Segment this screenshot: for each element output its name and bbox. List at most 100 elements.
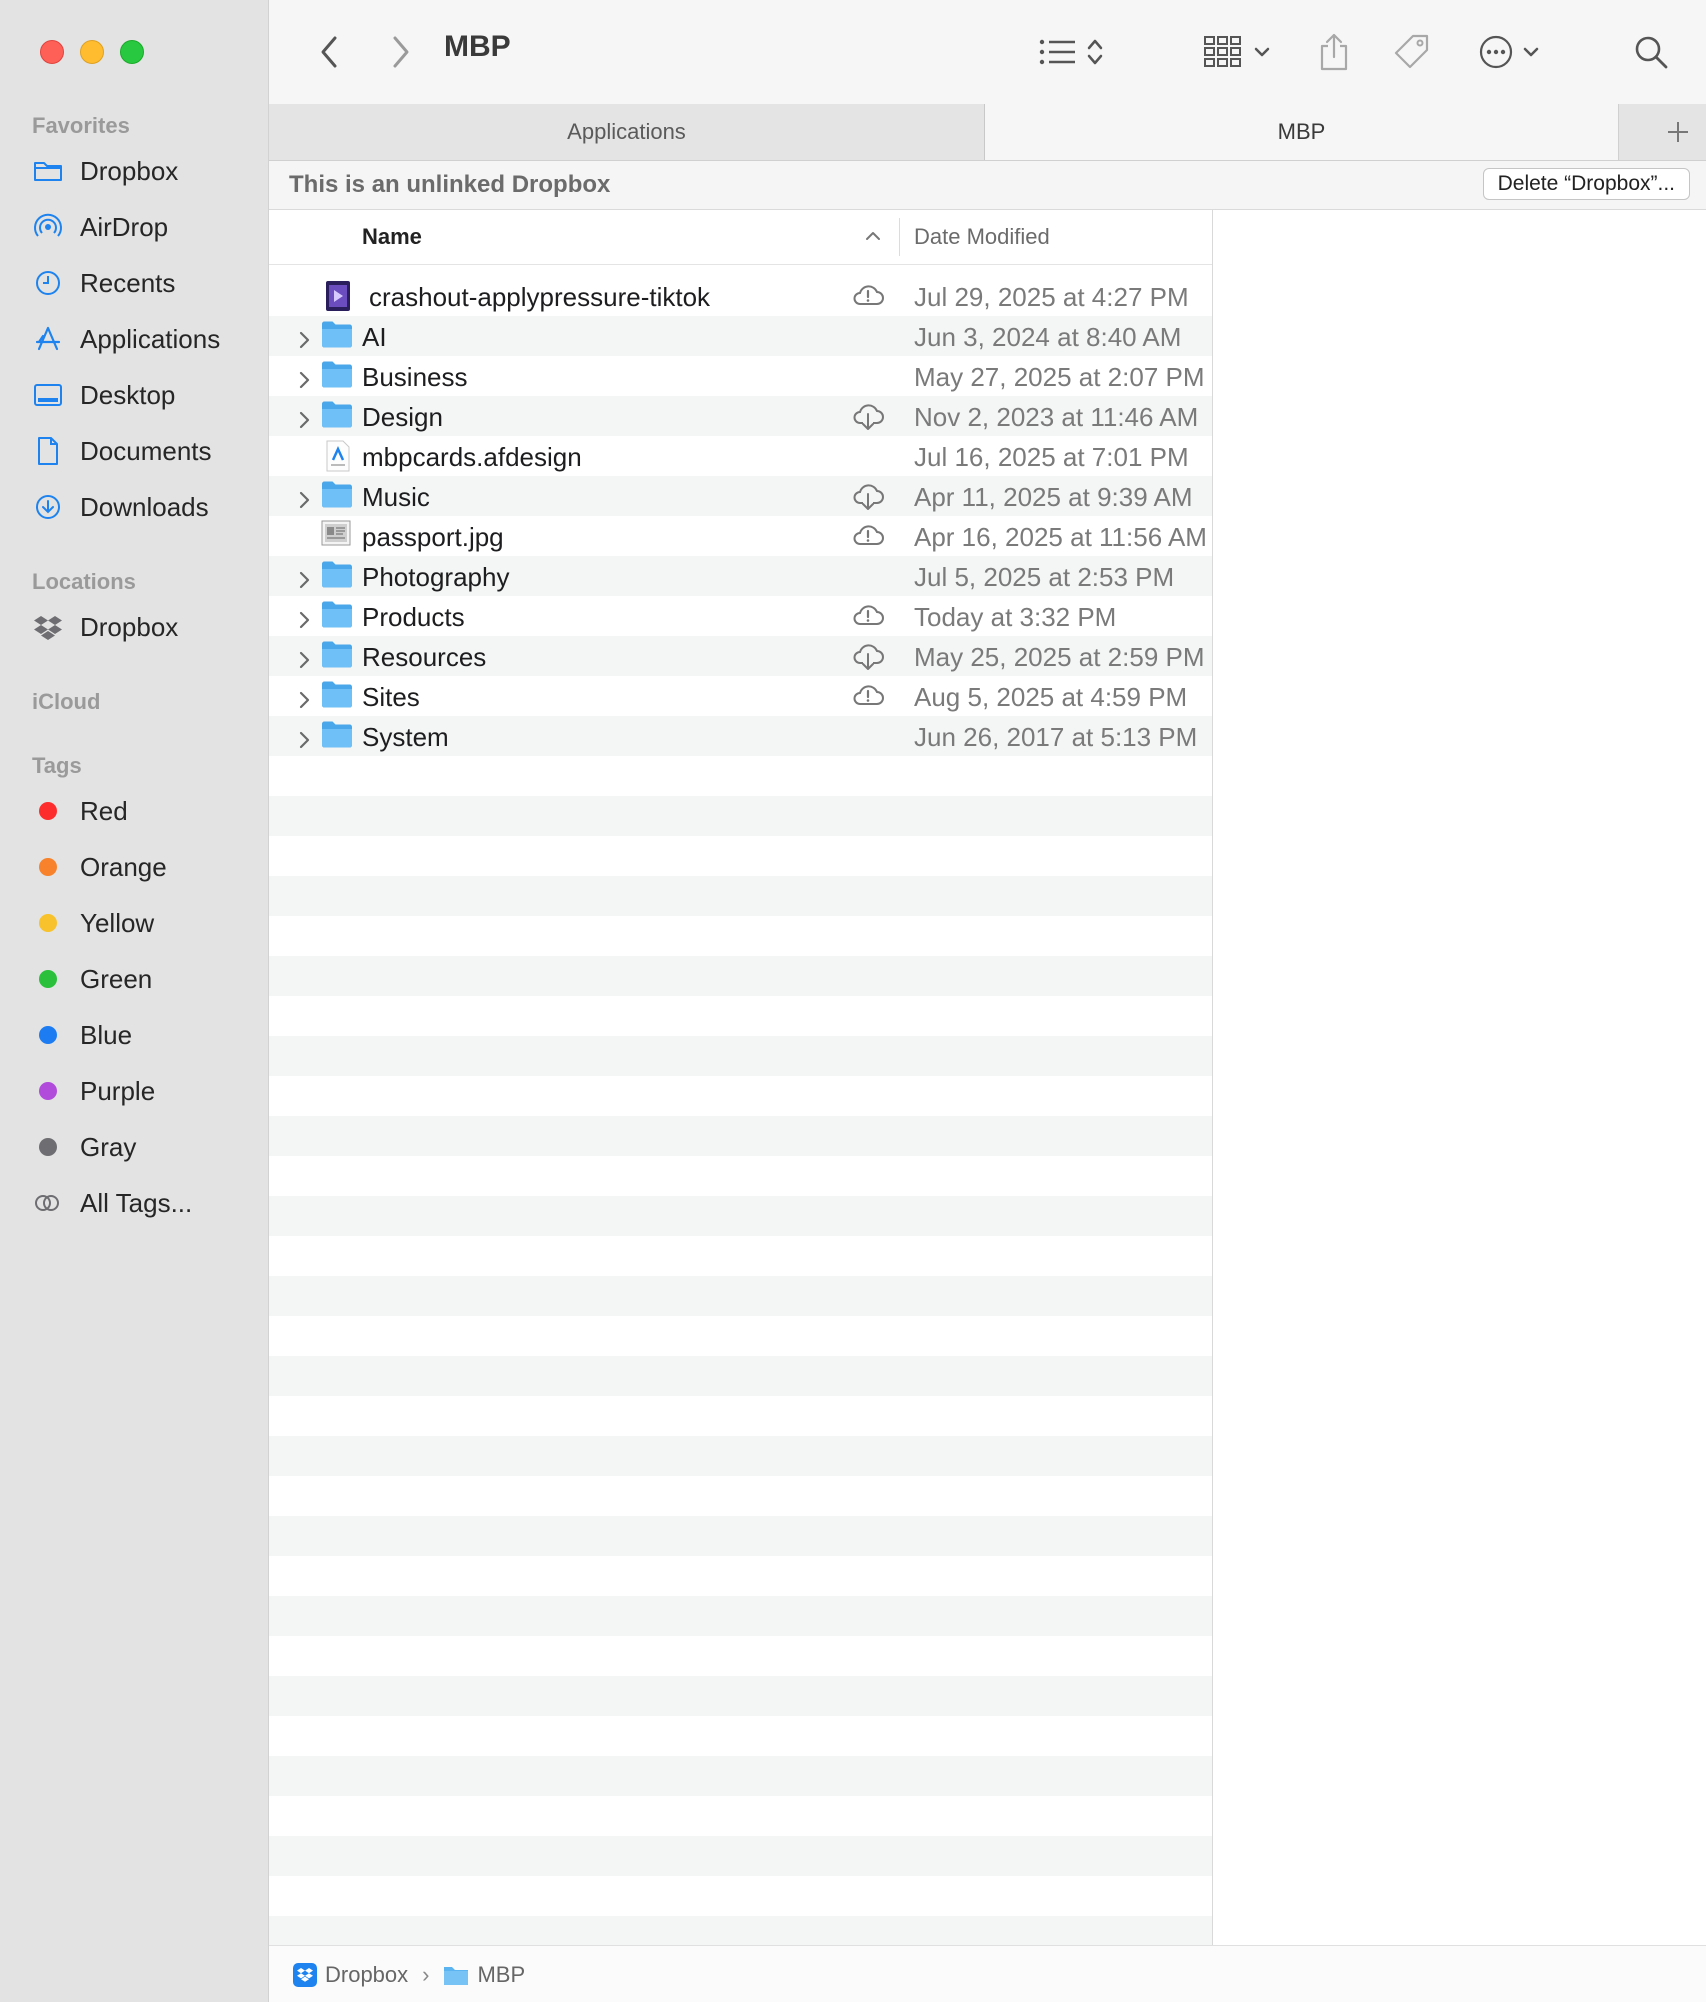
group-button[interactable]: [1197, 28, 1277, 76]
cloud-alert-icon[interactable]: [851, 522, 885, 555]
table-row[interactable]: Resources May 25, 2025 at 2:59 PM: [269, 636, 1212, 676]
sidebar-item-label: Recents: [80, 267, 176, 298]
tags-heading: Tags: [32, 753, 82, 778]
empty-row: [269, 756, 1212, 796]
sidebar-item-desktop[interactable]: Desktop: [32, 373, 175, 417]
new-tab-button[interactable]: [1650, 104, 1706, 160]
empty-row: [269, 956, 1212, 996]
date-modified: Aug 5, 2025 at 4:59 PM: [914, 682, 1188, 712]
sidebar-item-label: Downloads: [80, 491, 209, 522]
empty-row: [269, 916, 1212, 956]
table-row[interactable]: crashout-applypressure-tiktok Jul 29, 202…: [269, 276, 1212, 316]
path-item-dropbox[interactable]: Dropbox: [293, 1962, 408, 1988]
empty-row: [269, 1316, 1212, 1356]
empty-row: [269, 1236, 1212, 1276]
cloud-download-icon[interactable]: [851, 482, 885, 519]
zoom-button[interactable]: [120, 40, 144, 64]
table-row[interactable]: Music Apr 11, 2025 at 9:39 AM: [269, 476, 1212, 516]
disclosure-chevron-icon[interactable]: [297, 726, 311, 757]
date-column-header[interactable]: Date Modified: [914, 224, 1050, 250]
sidebar-item-applications[interactable]: Applications: [32, 317, 220, 361]
sidebar-tag-orange[interactable]: Orange: [32, 845, 167, 889]
share-button[interactable]: [1309, 28, 1359, 76]
sidebar-item-label: Gray: [80, 1131, 137, 1162]
table-row[interactable]: Sites Aug 5, 2025 at 4:59 PM: [269, 676, 1212, 716]
sidebar-item-label: Purple: [80, 1075, 156, 1106]
date-modified: May 27, 2025 at 2:07 PM: [914, 362, 1205, 392]
disclosure-chevron-icon[interactable]: [297, 686, 311, 717]
sidebar-all-tags[interactable]: All Tags...: [32, 1181, 192, 1225]
table-row[interactable]: Photography Jul 5, 2025 at 2:53 PM: [269, 556, 1212, 596]
empty-row: [269, 1756, 1212, 1796]
back-button[interactable]: [309, 28, 349, 76]
folder-icon: [444, 1966, 469, 1985]
table-row[interactable]: AI Jun 3, 2024 at 8:40 AM: [269, 316, 1212, 356]
sidebar-item-airdrop[interactable]: AirDrop: [32, 205, 168, 249]
sidebar-tag-yellow[interactable]: Yellow: [32, 901, 154, 945]
delete-dropbox-button[interactable]: Delete “Dropbox”...: [1482, 168, 1690, 200]
icloud-heading[interactable]: iCloud: [32, 689, 100, 715]
sidebar-tag-blue[interactable]: Blue: [32, 1013, 132, 1057]
forward-button[interactable]: [381, 28, 421, 76]
sidebar-item-label: AirDrop: [80, 211, 169, 242]
column-divider[interactable]: [899, 218, 900, 256]
folder-icon: [321, 400, 353, 432]
cloud-alert-icon[interactable]: [851, 282, 885, 315]
sidebar-item-recents[interactable]: Recents: [32, 261, 175, 305]
disclosure-chevron-icon[interactable]: [297, 486, 311, 517]
disclosure-chevron-icon[interactable]: [297, 646, 311, 677]
search-button[interactable]: [1626, 28, 1676, 76]
folder-icon: [321, 480, 353, 512]
tab-mbp[interactable]: MBP: [985, 104, 1619, 160]
column-header: Name Date Modified: [269, 210, 1212, 265]
cloud-alert-icon[interactable]: [851, 682, 885, 715]
minimize-button[interactable]: [80, 40, 104, 64]
folder-icon: [321, 680, 353, 712]
sidebar-item-dropbox-location[interactable]: Dropbox: [32, 605, 178, 649]
folder-icon: [321, 640, 353, 672]
sidebar-tag-gray[interactable]: Gray: [32, 1125, 136, 1169]
image-file-icon: [321, 520, 353, 552]
view-options-button[interactable]: [1031, 28, 1111, 76]
tab-applications[interactable]: Applications: [269, 104, 985, 160]
grid-icon: [1204, 36, 1241, 67]
disclosure-chevron-icon[interactable]: [297, 566, 311, 597]
sidebar-item-dropbox[interactable]: Dropbox: [32, 149, 178, 193]
table-row[interactable]: Products Today at 3:32 PM: [269, 596, 1212, 636]
close-button[interactable]: [40, 40, 64, 64]
disclosure-chevron-icon[interactable]: [297, 406, 311, 437]
sidebar-tag-green[interactable]: Green: [32, 957, 152, 1001]
sidebar-tag-purple[interactable]: Purple: [32, 1069, 155, 1113]
empty-row: [269, 1356, 1212, 1396]
table-row[interactable]: passport.jpg Apr 16, 2025 at 11:56 AM: [269, 516, 1212, 556]
sidebar-item-downloads[interactable]: Downloads: [32, 485, 209, 529]
table-row[interactable]: System Jun 26, 2017 at 5:13 PM: [269, 716, 1212, 756]
file-name: Sites: [362, 682, 420, 712]
sidebar-item-label: Applications: [80, 323, 221, 354]
disclosure-chevron-icon[interactable]: [297, 606, 311, 637]
cloud-alert-icon[interactable]: [851, 602, 885, 635]
table-row[interactable]: Design Nov 2, 2023 at 11:46 AM: [269, 396, 1212, 436]
tag-button[interactable]: [1387, 28, 1437, 76]
sidebar-tag-red[interactable]: Red: [32, 789, 128, 833]
sidebar-item-documents[interactable]: Documents: [32, 429, 212, 473]
table-row[interactable]: Business May 27, 2025 at 2:07 PM: [269, 356, 1212, 396]
name-column-header[interactable]: Name: [362, 224, 422, 250]
disclosure-chevron-icon[interactable]: [297, 366, 311, 397]
table-row[interactable]: mbpcards.afdesign Jul 16, 2025 at 7:01 PM: [269, 436, 1212, 476]
red-tag-icon: [39, 802, 57, 820]
folder-icon: [321, 560, 353, 592]
favorites-heading: Favorites: [32, 113, 130, 138]
path-item-mbp[interactable]: MBP: [443, 1962, 525, 1988]
date-modified: Jul 29, 2025 at 4:27 PM: [914, 282, 1189, 312]
disclosure-chevron-icon[interactable]: [297, 326, 311, 357]
dropbox-icon: [32, 611, 64, 643]
sidebar-item-label: Orange: [80, 851, 167, 882]
more-actions-button[interactable]: [1469, 28, 1549, 76]
cloud-download-icon[interactable]: [851, 642, 885, 679]
date-modified: Apr 16, 2025 at 11:56 AM: [914, 522, 1207, 552]
cloud-download-icon[interactable]: [851, 402, 885, 439]
list-view-icon: [1039, 39, 1075, 65]
sort-toggle-icon: [1087, 39, 1103, 65]
file-name: mbpcards.afdesign: [362, 442, 582, 472]
